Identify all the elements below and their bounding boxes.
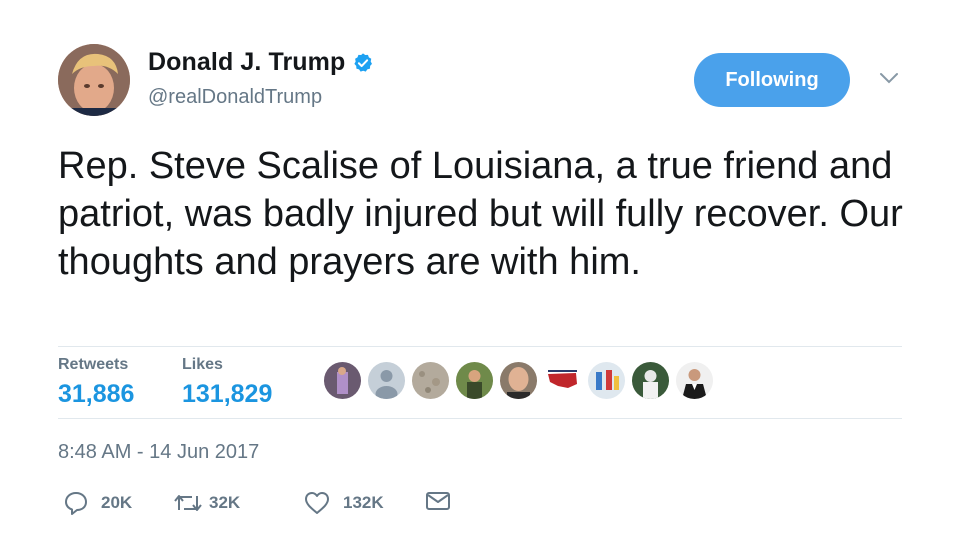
heart-icon — [305, 492, 329, 514]
likes-count: 131,829 — [182, 380, 273, 408]
liker-avatars — [324, 362, 720, 399]
retweets-stat[interactable]: Retweets 31,886 — [58, 356, 134, 409]
reply-icon — [65, 492, 87, 515]
reply-button[interactable]: 20K — [63, 490, 132, 516]
profile-avatar[interactable] — [58, 44, 130, 116]
liker-avatar[interactable] — [324, 362, 361, 399]
retweets-count: 31,886 — [58, 380, 135, 408]
verified-badge-icon — [354, 52, 373, 72]
direct-message-button[interactable] — [425, 490, 451, 512]
liker-avatar[interactable] — [456, 362, 493, 399]
reply-count: 20K — [101, 493, 133, 512]
retweet-icon — [174, 495, 202, 511]
liker-avatar[interactable] — [544, 362, 581, 399]
tweet-text: Rep. Steve Scalise of Louisiana, a true … — [58, 145, 903, 283]
tweet-timestamp[interactable]: 8:48 AM - 14 Jun 2017 — [58, 441, 259, 464]
stats-top-divider — [58, 346, 902, 347]
likes-stat[interactable]: Likes 131,829 — [182, 356, 272, 409]
like-count: 132K — [343, 493, 384, 512]
liker-avatar[interactable] — [412, 362, 449, 399]
retweet-button[interactable]: 32K — [173, 490, 240, 516]
retweets-label: Retweets — [58, 356, 129, 373]
display-name[interactable]: Donald J. Trump — [148, 48, 345, 77]
liker-avatar[interactable] — [588, 362, 625, 399]
liker-avatar[interactable] — [632, 362, 669, 399]
liker-avatar[interactable] — [676, 362, 713, 399]
like-button[interactable]: 132K — [303, 490, 384, 516]
liker-avatar[interactable] — [500, 362, 537, 399]
likes-label: Likes — [182, 356, 223, 373]
stats-bottom-divider — [58, 418, 902, 419]
user-name-row[interactable]: Donald J. Trump — [148, 48, 374, 77]
following-button[interactable]: Following — [694, 53, 850, 107]
chevron-down-icon[interactable] — [878, 70, 900, 86]
retweet-count: 32K — [209, 493, 241, 512]
liker-avatar[interactable] — [368, 362, 405, 399]
user-handle[interactable]: @realDonaldTrump — [148, 86, 322, 109]
envelope-icon — [426, 492, 450, 510]
